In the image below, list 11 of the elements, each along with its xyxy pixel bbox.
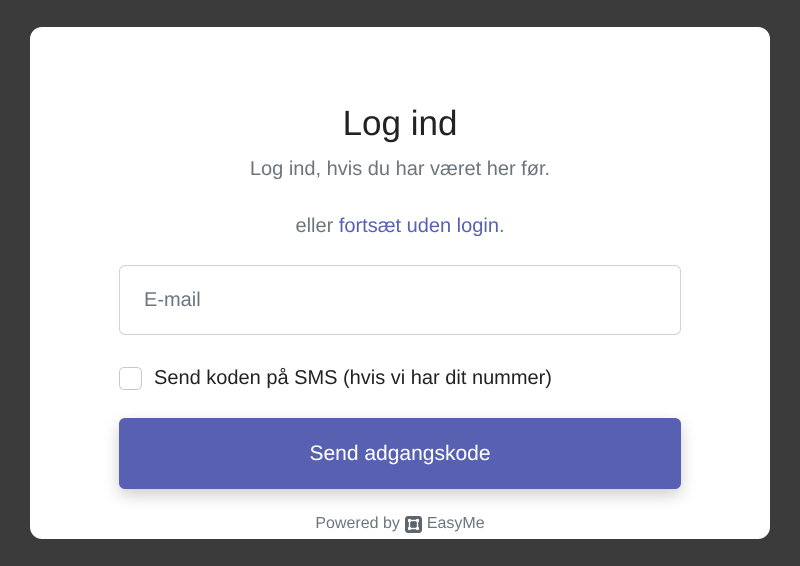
brand-name: EasyMe bbox=[426, 514, 485, 534]
subtitle-text: Log ind, hvis du har været her før. bbox=[250, 157, 550, 182]
page-title: Log ind bbox=[342, 103, 458, 145]
sms-option-label[interactable]: Send koden på SMS (hvis vi har dit nummer) bbox=[154, 363, 552, 393]
continue-link[interactable]: fortsæt uden login bbox=[338, 215, 499, 237]
continue-text: eller fortsæt uden login. bbox=[295, 214, 505, 239]
send-code-button[interactable]: Send adgangskode bbox=[119, 418, 681, 489]
powered-by-text: Powered by bbox=[315, 514, 400, 534]
email-field[interactable]: E-mail bbox=[119, 265, 681, 335]
sms-checkbox[interactable] bbox=[119, 366, 142, 390]
logo-icon bbox=[404, 516, 422, 532]
